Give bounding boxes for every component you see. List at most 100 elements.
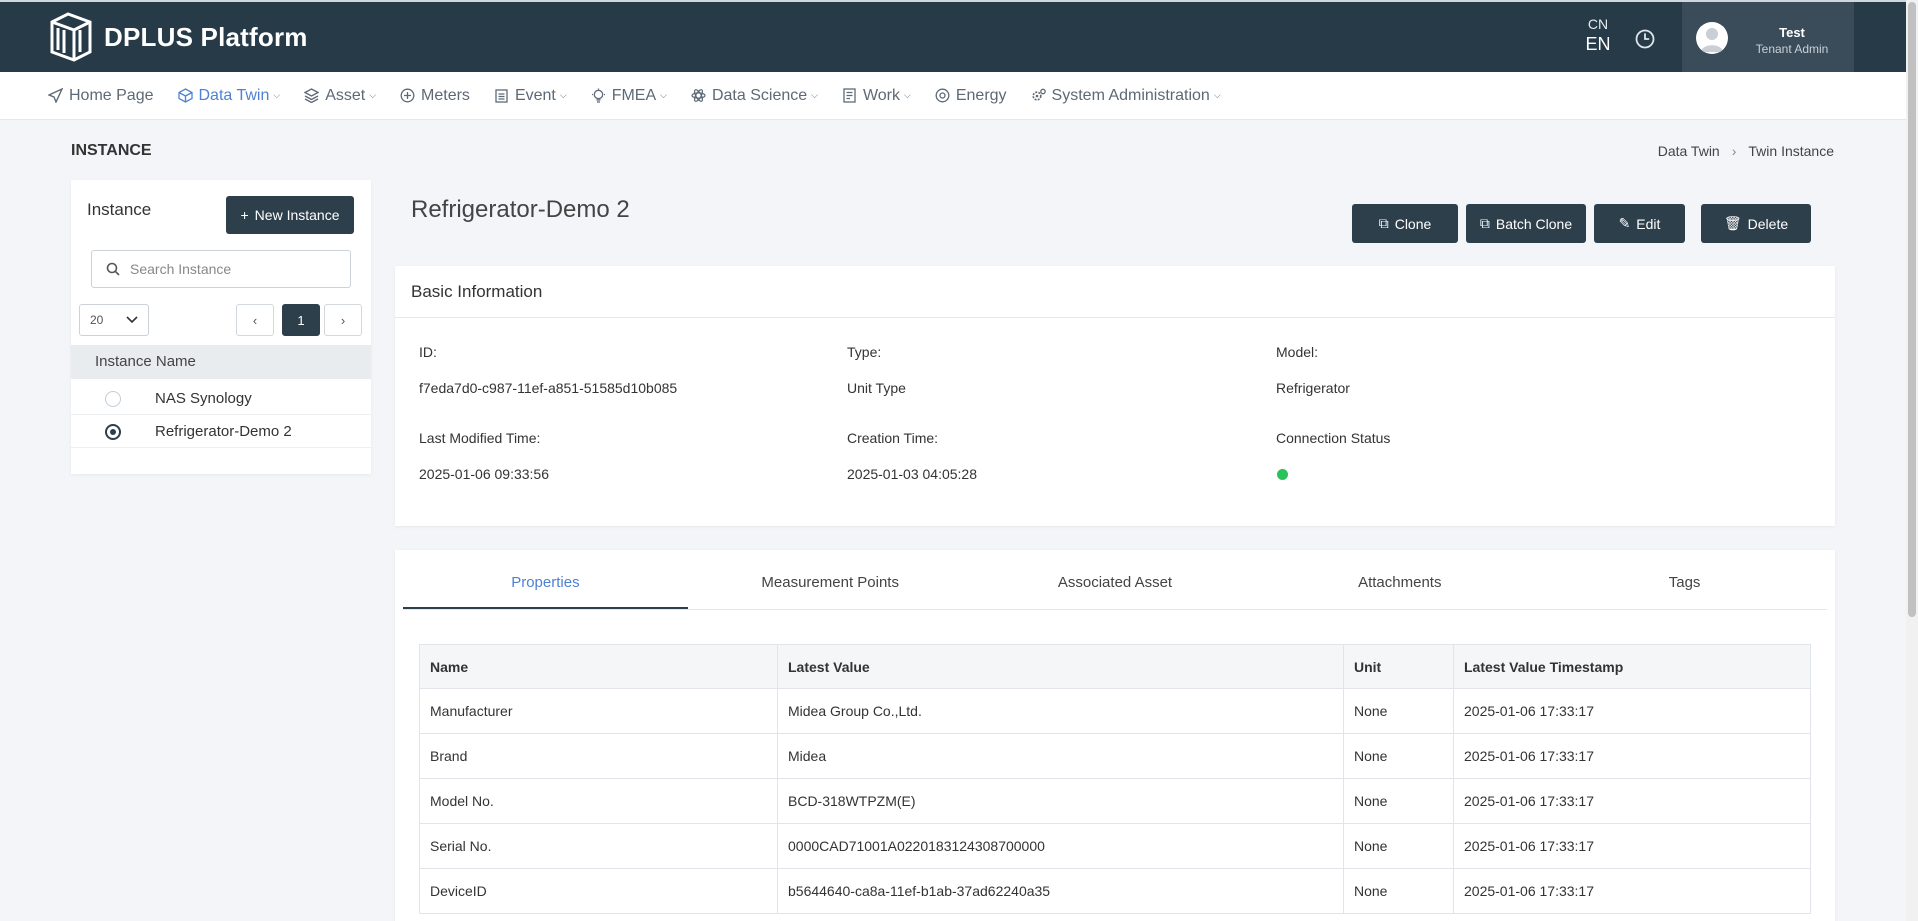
column-header-unit[interactable]: Unit	[1343, 644, 1454, 689]
nav-item-data-twin[interactable]: Data Twin ⌵	[177, 86, 281, 105]
page-size-select[interactable]: 20	[79, 304, 149, 336]
nav-item-label: Data Science	[711, 86, 808, 104]
type-value: Unit Type	[847, 380, 906, 396]
main-navigation: Home Page Data Twin ⌵ Asset ⌵ Meters Event ⌵ FME…	[0, 72, 1918, 120]
prev-page-button[interactable]: ‹	[236, 304, 274, 336]
creation-time-label: Creation Time:	[847, 430, 939, 446]
nav-item-energy[interactable]: Energy	[935, 87, 1007, 105]
instance-details-card: Properties Measurement Points Associated…	[395, 550, 1835, 921]
nav-item-home-page[interactable]: Home Page	[48, 87, 154, 105]
id-label: ID:	[419, 344, 437, 360]
nav-item-fmea[interactable]: FMEA ⌵	[591, 87, 667, 105]
energy-icon	[935, 88, 950, 103]
new-instance-button[interactable]: + New Instance	[226, 196, 354, 234]
delete-button[interactable]: 🗑 Delete	[1701, 204, 1811, 243]
batch-clone-button[interactable]: ⧉ Batch Clone	[1466, 204, 1586, 243]
breadcrumb-item-data-twin[interactable]: Data Twin	[1658, 143, 1720, 159]
table-row: DeviceID b5644640-ca8a-11ef-b1ab-37ad6224…	[419, 868, 1811, 914]
cell-latest-value: b5644640-ca8a-11ef-b1ab-37ad62240a35	[777, 868, 1344, 914]
tab-tags[interactable]: Tags	[1542, 550, 1827, 609]
tab-associated-asset[interactable]: Associated Asset	[973, 550, 1258, 609]
top-header-bar: DPLUS Platform CN EN Test Tenant Admin	[0, 0, 1918, 74]
nav-item-label: System Administration	[1051, 86, 1210, 104]
delete-label: Delete	[1747, 215, 1789, 232]
cell-timestamp: 2025-01-06 17:33:17	[1453, 733, 1811, 779]
next-page-button[interactable]: ›	[324, 304, 362, 336]
properties-table: Name Latest Value Unit Latest Value Time…	[419, 644, 1811, 914]
tab-measurement-points[interactable]: Measurement Points	[688, 550, 973, 609]
cell-latest-value: Midea	[777, 733, 1344, 779]
scrollbar-thumb[interactable]	[1908, 2, 1916, 617]
table-row: Model No. BCD-318WTPZM(E) None 2025-01-06 1…	[419, 778, 1811, 824]
gears-icon	[1031, 88, 1046, 101]
plus-icon: +	[240, 207, 249, 223]
pencil-icon: ✎	[1618, 215, 1631, 231]
column-header-name[interactable]: Name	[419, 644, 778, 689]
cell-name: DeviceID	[419, 868, 778, 914]
nav-item-asset[interactable]: Asset ⌵	[304, 87, 376, 105]
last-modified-label: Last Modified Time:	[419, 430, 541, 446]
cell-timestamp: 2025-01-06 17:33:17	[1453, 868, 1811, 914]
avatar	[1696, 22, 1728, 54]
nav-item-event[interactable]: Event ⌵	[494, 87, 567, 105]
nav-item-label: FMEA	[611, 86, 657, 104]
chevron-down-icon: ⌵	[273, 90, 281, 100]
table-row: Manufacturer Midea Group Co.,Ltd. None 2025…	[419, 688, 1811, 734]
page-1-button[interactable]: 1	[282, 304, 320, 336]
logo-cube-icon	[50, 12, 92, 62]
nav-item-label: Data Twin	[198, 86, 270, 104]
nav-item-label: Asset	[325, 86, 366, 104]
column-header-latest-value[interactable]: Latest Value	[777, 644, 1344, 689]
search-instance-input[interactable]: Search Instance	[91, 250, 351, 288]
chevron-down-icon: ⌵	[559, 90, 567, 100]
instance-list-item[interactable]: Refrigerator-Demo 2	[71, 416, 371, 448]
cube-icon	[177, 88, 193, 103]
edit-button[interactable]: ✎ Edit	[1594, 204, 1685, 243]
cell-unit: None	[1343, 823, 1454, 869]
clock-icon[interactable]	[1634, 28, 1656, 50]
nav-item-meters[interactable]: Meters	[400, 87, 470, 105]
tab-attachments[interactable]: Attachments	[1257, 550, 1542, 609]
id-value: f7eda7d0-c987-11ef-a851-51585d10b085	[419, 380, 678, 396]
cell-name: Manufacturer	[419, 688, 778, 734]
tab-properties[interactable]: Properties	[403, 550, 688, 609]
nav-item-work[interactable]: Work ⌵	[842, 87, 911, 105]
plus-circle-icon	[400, 88, 415, 103]
instance-list-item[interactable]: NAS Synology	[71, 383, 371, 415]
cell-unit: None	[1343, 733, 1454, 779]
basic-information-title: Basic Information	[395, 266, 1835, 318]
cell-name: Serial No.	[419, 823, 778, 869]
clipboard-icon	[495, 89, 508, 103]
instance-name: NAS Synology	[155, 390, 252, 407]
instance-radio-selected[interactable]	[105, 423, 121, 440]
chevron-down-icon: ⌵	[1213, 90, 1221, 100]
language-switcher[interactable]: CN EN	[1580, 16, 1616, 55]
lang-en-option[interactable]: EN	[1580, 34, 1616, 55]
nav-item-label: Home Page	[69, 86, 154, 104]
page-size-value: 20	[90, 313, 104, 327]
chevron-down-icon: ⌵	[660, 90, 667, 100]
clone-button[interactable]: ⧉ Clone	[1352, 204, 1458, 243]
trash-icon: 🗑	[1723, 215, 1742, 231]
user-menu[interactable]: Test Tenant Admin	[1682, 2, 1854, 74]
nav-item-data-science[interactable]: Data Science ⌵	[691, 87, 818, 105]
nav-item-label: Event	[514, 86, 556, 104]
chevron-down-icon: ⌵	[811, 90, 818, 100]
bulb-icon	[591, 88, 605, 103]
cell-timestamp: 2025-01-06 17:33:17	[1453, 778, 1811, 824]
nav-item-system-administration[interactable]: System Administration ⌵	[1031, 87, 1221, 105]
cell-name: Brand	[419, 733, 778, 779]
layers-icon	[304, 88, 320, 103]
column-header-timestamp[interactable]: Latest Value Timestamp	[1453, 644, 1811, 689]
app-logo[interactable]: DPLUS Platform	[48, 12, 308, 62]
instance-radio[interactable]	[105, 390, 121, 407]
lang-cn-option[interactable]: CN	[1580, 16, 1616, 32]
copy-icon: ⧉	[1479, 215, 1490, 231]
nav-item-label: Energy	[955, 86, 1007, 104]
batch-clone-label: Batch Clone	[1495, 215, 1573, 232]
instance-list-panel: Instance + New Instance Search Instance …	[71, 180, 371, 474]
table-row: Brand Midea None 2025-01-06 17:33:17	[419, 733, 1811, 779]
cell-unit: None	[1343, 868, 1454, 914]
page-scrollbar[interactable]	[1906, 0, 1918, 921]
chevron-down-icon: ⌵	[904, 90, 911, 100]
